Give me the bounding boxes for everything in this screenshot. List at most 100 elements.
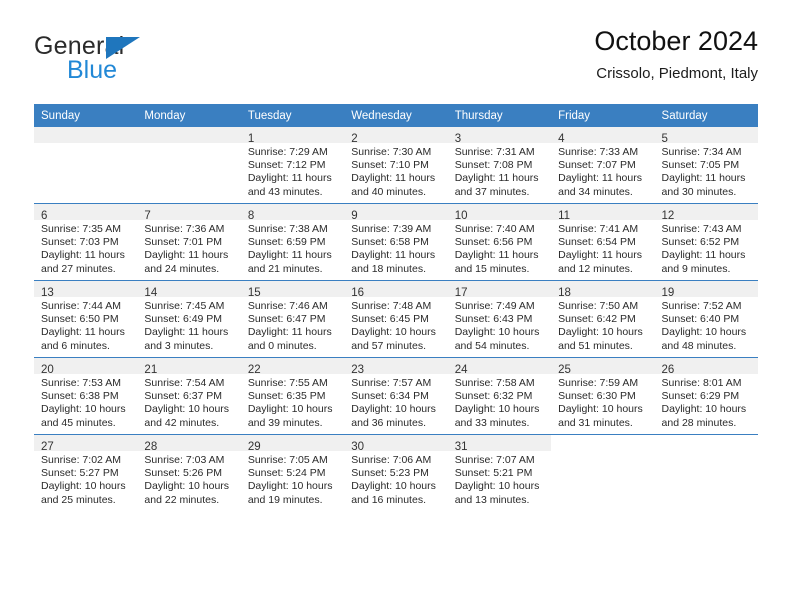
sunrise-time: Sunrise: 7:58 AM xyxy=(454,377,535,389)
calendar-day-cell[interactable]: 31 Sunrise: 7:07 AM Sunset: 5:21 PM Dayligh… xyxy=(447,434,552,511)
day-number-band: 8 xyxy=(240,204,345,222)
sunset-time: Sunset: 6:34 PM xyxy=(351,390,429,403)
calendar-day-cell[interactable]: 8 Sunrise: 7:38 AM Sunset: 6:59 PM Daylight… xyxy=(240,203,345,281)
day-number-band: 23 xyxy=(344,358,448,376)
sunrise-time: Sunrise: 7:31 AM xyxy=(454,146,535,158)
daylight-duration-line2: and 6 minutes. xyxy=(41,339,110,352)
sunset-time: Sunset: 6:42 PM xyxy=(558,313,636,326)
calendar-day-cell[interactable]: 17 Sunrise: 7:49 AM Sunset: 6:43 PM Dayligh… xyxy=(447,280,552,358)
day-number: 8 xyxy=(247,210,255,222)
day-box: 13 Sunrise: 7:44 AM Sunset: 6:50 PM Dayligh… xyxy=(34,281,138,357)
day-box xyxy=(137,127,241,203)
calendar-day-cell[interactable]: 13 Sunrise: 7:44 AM Sunset: 6:50 PM Dayligh… xyxy=(34,280,138,358)
day-number-band: 14 xyxy=(137,281,241,299)
general-blue-logo[interactable]: General Blue xyxy=(34,32,234,88)
calendar-day-cell[interactable]: 16 Sunrise: 7:48 AM Sunset: 6:45 PM Dayligh… xyxy=(344,280,448,358)
weekday-header-tuesday: Tuesday xyxy=(240,104,345,127)
day-number-band: 19 xyxy=(654,281,758,299)
day-number-band: 4 xyxy=(551,127,655,145)
calendar-day-cell[interactable]: 10 Sunrise: 7:40 AM Sunset: 6:56 PM Dayligh… xyxy=(447,203,552,281)
calendar-day-cell[interactable]: 27 Sunrise: 7:02 AM Sunset: 5:27 PM Dayligh… xyxy=(34,434,138,511)
calendar-day-cell[interactable]: 1 Sunrise: 7:29 AM Sunset: 7:12 PM Daylight… xyxy=(240,127,345,204)
sunset-time: Sunset: 6:40 PM xyxy=(661,313,740,326)
day-number: 31 xyxy=(454,441,468,453)
sunrise-time: Sunrise: 7:33 AM xyxy=(558,146,639,158)
day-number: 4 xyxy=(558,133,565,145)
calendar-day-cell[interactable]: 20 Sunrise: 7:53 AM Sunset: 6:38 PM Dayligh… xyxy=(34,357,138,435)
sunrise-time: Sunrise: 7:44 AM xyxy=(41,300,121,312)
day-sun-info xyxy=(655,451,758,454)
sunset-time: Sunset: 7:10 PM xyxy=(351,159,429,172)
day-sun-info: Sunrise: 7:07 AM Sunset: 5:21 PM Daylight:… xyxy=(448,451,551,507)
calendar-day-cell[interactable]: 18 Sunrise: 7:50 AM Sunset: 6:42 PM Dayligh… xyxy=(551,280,655,358)
calendar-week-row: 1 Sunrise: 7:29 AM Sunset: 7:12 PM Daylight… xyxy=(34,127,758,204)
calendar-day-cell[interactable]: 26 Sunrise: 8:01 AM Sunset: 6:29 PM Dayligh… xyxy=(654,357,758,435)
calendar-day-cell[interactable]: 25 Sunrise: 7:59 AM Sunset: 6:30 PM Dayligh… xyxy=(551,357,655,435)
calendar-day-cell[interactable]: 2 Sunrise: 7:30 AM Sunset: 7:10 PM Daylight… xyxy=(344,127,448,204)
day-box: 9 Sunrise: 7:39 AM Sunset: 6:58 PM Daylight… xyxy=(344,204,448,280)
sunrise-time: Sunrise: 7:38 AM xyxy=(247,223,328,235)
daylight-duration-line1: Daylight: 11 hours xyxy=(454,172,539,185)
day-sun-info: Sunrise: 7:34 AM Sunset: 7:05 PM Daylight:… xyxy=(655,143,758,199)
daylight-duration-line2: and 25 minutes. xyxy=(41,493,116,506)
daylight-duration-line1: Daylight: 11 hours xyxy=(41,326,125,339)
calendar-day-cell[interactable]: 15 Sunrise: 7:46 AM Sunset: 6:47 PM Dayligh… xyxy=(240,280,345,358)
calendar-day-cell[interactable]: 28 Sunrise: 7:03 AM Sunset: 5:26 PM Dayligh… xyxy=(137,434,241,511)
daylight-duration-line2: and 3 minutes. xyxy=(144,339,214,352)
calendar-day-cell[interactable]: 3 Sunrise: 7:31 AM Sunset: 7:08 PM Daylight… xyxy=(447,127,552,204)
day-number: 20 xyxy=(41,364,54,376)
day-number: 29 xyxy=(247,441,261,453)
calendar-day-cell[interactable]: 5 Sunrise: 7:34 AM Sunset: 7:05 PM Daylight… xyxy=(654,127,758,204)
calendar-day-cell[interactable]: 22 Sunrise: 7:55 AM Sunset: 6:35 PM Dayligh… xyxy=(240,357,345,435)
day-number-band: 31 xyxy=(447,435,552,453)
day-number: 5 xyxy=(661,133,668,145)
daylight-duration-line1: Daylight: 11 hours xyxy=(144,326,229,339)
calendar-day-cell[interactable]: 21 Sunrise: 7:54 AM Sunset: 6:37 PM Dayligh… xyxy=(137,357,241,435)
sunrise-time: Sunrise: 8:01 AM xyxy=(661,377,742,389)
day-sun-info: Sunrise: 7:33 AM Sunset: 7:07 PM Daylight:… xyxy=(551,143,654,199)
calendar-day-cell[interactable]: 4 Sunrise: 7:33 AM Sunset: 7:07 PM Daylight… xyxy=(551,127,655,204)
sunrise-time: Sunrise: 7:06 AM xyxy=(351,454,432,466)
daylight-duration-line2: and 19 minutes. xyxy=(247,493,323,506)
calendar-day-cell[interactable]: 6 Sunrise: 7:35 AM Sunset: 7:03 PM Daylight… xyxy=(34,203,138,281)
calendar-day-cell[interactable]: 19 Sunrise: 7:52 AM Sunset: 6:40 PM Dayligh… xyxy=(654,280,758,358)
sunrise-time: Sunrise: 7:02 AM xyxy=(41,454,121,466)
weekday-header-monday: Monday xyxy=(137,104,241,127)
calendar-day-cell[interactable]: 11 Sunrise: 7:41 AM Sunset: 6:54 PM Dayligh… xyxy=(551,203,655,281)
daylight-duration-line2: and 30 minutes. xyxy=(661,185,737,198)
sunset-time: Sunset: 7:07 PM xyxy=(558,159,636,172)
daylight-duration-line2: and 27 minutes. xyxy=(41,262,116,275)
day-number-band xyxy=(34,127,138,143)
calendar-day-cell[interactable]: 9 Sunrise: 7:39 AM Sunset: 6:58 PM Daylight… xyxy=(344,203,448,281)
calendar-day-cell[interactable]: 29 Sunrise: 7:05 AM Sunset: 5:24 PM Dayligh… xyxy=(240,434,345,511)
sunset-time: Sunset: 7:01 PM xyxy=(144,236,223,249)
day-sun-info: Sunrise: 7:35 AM Sunset: 7:03 PM Daylight:… xyxy=(34,220,137,276)
daylight-duration-line1: Daylight: 10 hours xyxy=(454,403,540,416)
day-number: 2 xyxy=(351,133,358,145)
day-number-band: 6 xyxy=(34,204,138,222)
day-sun-info: Sunrise: 7:43 AM Sunset: 6:52 PM Daylight:… xyxy=(655,220,758,276)
day-sun-info: Sunrise: 8:01 AM Sunset: 6:29 PM Daylight:… xyxy=(655,374,758,430)
sunset-time: Sunset: 7:03 PM xyxy=(41,236,119,249)
day-box xyxy=(551,435,654,511)
day-box: 22 Sunrise: 7:55 AM Sunset: 6:35 PM Dayligh… xyxy=(240,358,345,434)
calendar-day-cell[interactable]: 30 Sunrise: 7:06 AM Sunset: 5:23 PM Dayligh… xyxy=(344,434,448,511)
calendar-day-cell[interactable]: 23 Sunrise: 7:57 AM Sunset: 6:34 PM Dayligh… xyxy=(344,357,448,435)
day-sun-info: Sunrise: 7:40 AM Sunset: 6:56 PM Daylight:… xyxy=(448,220,551,276)
day-number-band: 17 xyxy=(447,281,552,299)
day-number-band xyxy=(137,127,241,143)
calendar-body: 1 Sunrise: 7:29 AM Sunset: 7:12 PM Daylight… xyxy=(34,127,758,511)
sunset-time: Sunset: 6:49 PM xyxy=(144,313,223,326)
daylight-duration-line2: and 12 minutes. xyxy=(558,262,633,275)
daylight-duration-line2: and 45 minutes. xyxy=(41,416,116,429)
day-sun-info: Sunrise: 7:38 AM Sunset: 6:59 PM Daylight:… xyxy=(241,220,344,276)
calendar-day-cell[interactable]: 12 Sunrise: 7:43 AM Sunset: 6:52 PM Dayligh… xyxy=(654,203,758,281)
calendar-day-cell[interactable]: 24 Sunrise: 7:58 AM Sunset: 6:32 PM Dayligh… xyxy=(447,357,552,435)
daylight-duration-line1: Daylight: 11 hours xyxy=(41,249,125,262)
sunrise-time: Sunrise: 7:34 AM xyxy=(661,146,742,158)
calendar-day-cell[interactable]: 14 Sunrise: 7:45 AM Sunset: 6:49 PM Dayligh… xyxy=(137,280,241,358)
day-number-band: 3 xyxy=(447,127,552,145)
sunrise-time: Sunrise: 7:07 AM xyxy=(454,454,535,466)
daylight-duration-line1: Daylight: 11 hours xyxy=(454,249,539,262)
calendar-day-cell[interactable]: 7 Sunrise: 7:36 AM Sunset: 7:01 PM Daylight… xyxy=(137,203,241,281)
